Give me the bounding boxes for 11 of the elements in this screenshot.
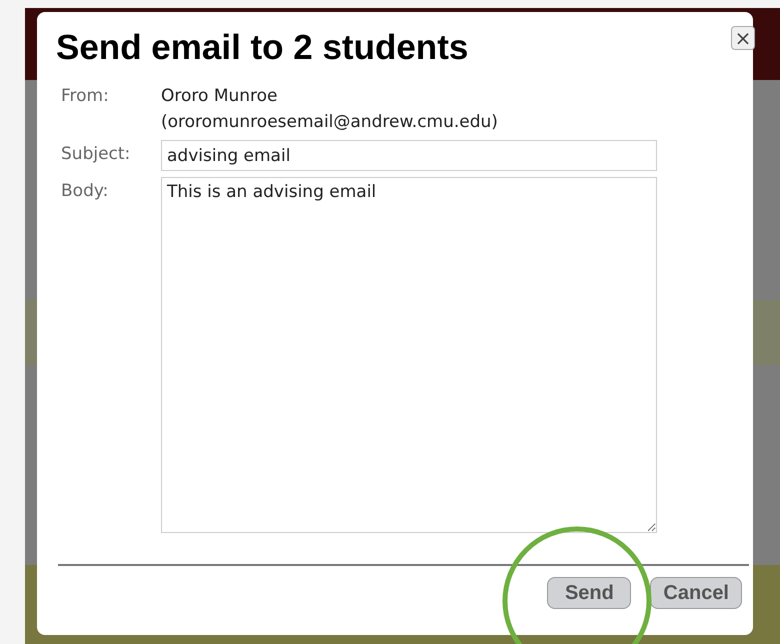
send-button[interactable]: Send: [547, 577, 632, 609]
body-field[interactable]: This is an advising email: [161, 177, 657, 533]
field-label: From:: [61, 85, 110, 108]
field-label: Body:: [61, 180, 110, 203]
dialog-title: Send email to 2 students: [56, 28, 468, 68]
close-button[interactable]: ×: [731, 26, 755, 50]
subject-field[interactable]: advising email: [161, 140, 657, 171]
cancel-button[interactable]: Cancel: [650, 577, 742, 609]
sender-text: (ororomunroesemail@andrew.cmu.edu): [161, 111, 498, 134]
field-label: Subject:: [61, 143, 132, 166]
sender-text: Ororo Munroe: [161, 85, 279, 108]
